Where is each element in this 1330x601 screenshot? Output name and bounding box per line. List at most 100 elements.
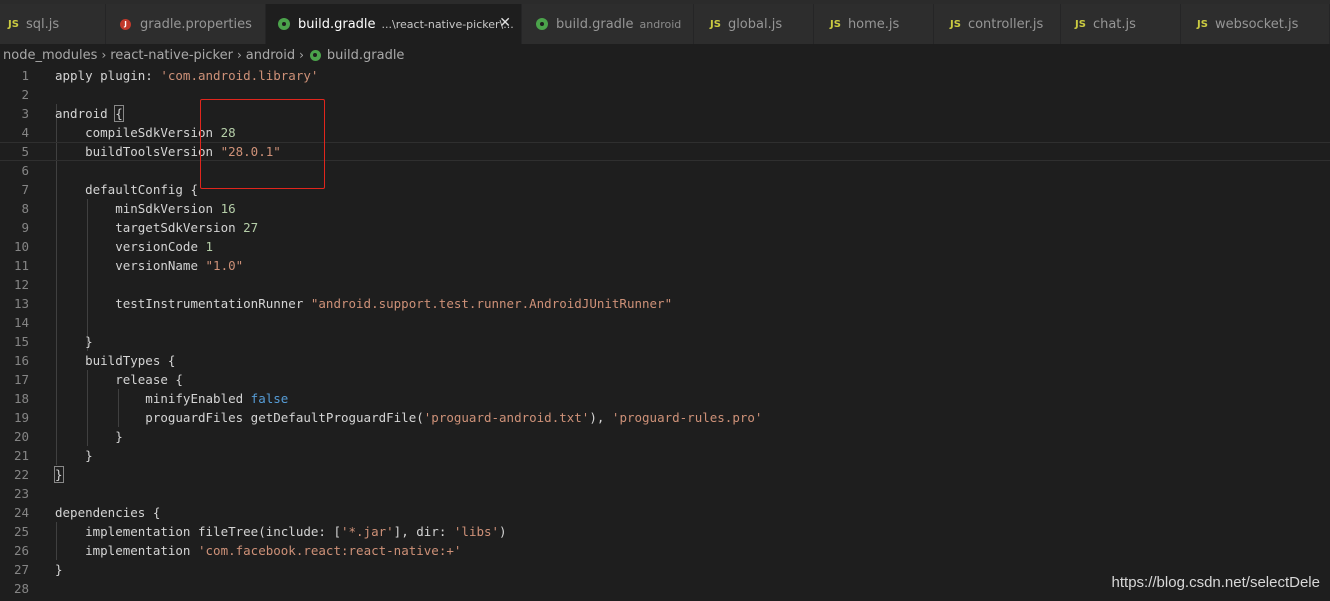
tab-chat-js[interactable]: JS chat.js	[1061, 4, 1181, 44]
code-line[interactable]: 18 minifyEnabled false	[0, 389, 1330, 408]
tab-build-gradle-android[interactable]: build.gradle android	[522, 4, 694, 44]
js-icon: JS	[950, 18, 961, 30]
code-token: ),	[589, 410, 612, 425]
tab-sql-js[interactable]: JS sql.js	[0, 4, 106, 44]
tab-description: android	[639, 17, 682, 31]
code-token: buildTypes {	[55, 353, 176, 368]
line-number: 3	[21, 106, 29, 121]
code-line[interactable]: 19 proguardFiles getDefaultProguardFile(…	[0, 408, 1330, 427]
js-icon: JS	[1075, 18, 1086, 30]
code-token: "1.0"	[205, 258, 244, 273]
line-number: 4	[21, 125, 29, 140]
tab-description: ...\react-native-picker\...	[381, 17, 514, 31]
code-token: minSdkVersion	[55, 201, 221, 216]
line-number: 24	[13, 505, 29, 520]
code-token: 16	[220, 201, 236, 216]
line-number: 9	[21, 220, 29, 235]
tab-label: gradle.properties	[140, 16, 252, 32]
tab-label: home.js	[847, 16, 900, 32]
close-icon[interactable]: ✕	[499, 15, 511, 31]
tab-gradle-properties[interactable]: J gradle.properties	[106, 4, 266, 44]
code-token: proguardFiles getDefaultProguardFile(	[55, 410, 424, 425]
code-line[interactable]: 15 }	[0, 332, 1330, 351]
code-token: minifyEnabled	[55, 391, 251, 406]
code-line[interactable]: 24 dependencies {	[0, 503, 1330, 522]
breadcrumb-item-android[interactable]: android	[246, 48, 295, 63]
code-token: defaultConfig {	[55, 182, 198, 197]
code-text: versionCode 1	[55, 237, 213, 256]
java-properties-icon: J	[120, 18, 131, 30]
code-token: apply plugin:	[55, 68, 161, 83]
code-line[interactable]: 25 implementation fileTree(include: ['*.…	[0, 522, 1330, 541]
code-line[interactable]: 17 release {	[0, 370, 1330, 389]
code-line[interactable]: 14	[0, 313, 1330, 332]
gradle-icon	[309, 49, 321, 61]
line-number: 11	[13, 258, 29, 273]
tab-controller-js[interactable]: JS controller.js	[934, 4, 1061, 44]
editor-tab-bar: JS sql.js J gradle.properties build.grad…	[0, 4, 1330, 44]
code-text: apply plugin: 'com.android.library'	[55, 66, 318, 85]
tab-label: build.gradle	[298, 16, 376, 32]
code-token: false	[250, 391, 289, 406]
line-number: 7	[21, 182, 29, 197]
code-token: implementation fileTree(include: [	[55, 524, 341, 539]
code-line[interactable]: 8 minSdkVersion 16	[0, 199, 1330, 218]
code-text: implementation 'com.facebook.react:react…	[55, 541, 461, 560]
code-line[interactable]: 11 versionName "1.0"	[0, 256, 1330, 275]
code-line[interactable]: 21 }	[0, 446, 1330, 465]
js-icon: JS	[8, 18, 19, 30]
gradle-icon	[278, 18, 290, 30]
code-line[interactable]: 13 testInstrumentationRunner "android.su…	[0, 294, 1330, 313]
code-text: minSdkVersion 16	[55, 199, 236, 218]
code-text: }	[54, 465, 64, 484]
code-line[interactable]: 9 targetSdkVersion 27	[0, 218, 1330, 237]
line-number: 28	[13, 581, 29, 596]
code-line[interactable]: 12	[0, 275, 1330, 294]
breadcrumb-item-build-gradle[interactable]: build.gradle	[327, 48, 405, 63]
code-text: defaultConfig {	[55, 180, 198, 199]
code-text: implementation fileTree(include: ['*.jar…	[55, 522, 507, 541]
code-line[interactable]: 22}	[0, 465, 1330, 484]
code-token: 27	[243, 220, 259, 235]
tab-label: websocket.js	[1214, 16, 1299, 32]
breadcrumb-item-node-modules[interactable]: node_modules	[3, 48, 97, 63]
chevron-right-icon: ›	[101, 48, 107, 62]
tab-build-gradle-active[interactable]: build.gradle ...\react-native-picker\...…	[266, 4, 522, 44]
tab-global-js[interactable]: JS global.js	[694, 4, 814, 44]
code-token: )	[499, 524, 507, 539]
code-text: android {	[55, 104, 124, 123]
line-number: 12	[13, 277, 29, 292]
code-token: ], dir:	[393, 524, 454, 539]
code-text: targetSdkVersion 27	[55, 218, 258, 237]
line-number: 18	[13, 391, 29, 406]
code-line[interactable]: 20 }	[0, 427, 1330, 446]
code-line[interactable]: 26 implementation 'com.facebook.react:re…	[0, 541, 1330, 560]
line-number: 27	[13, 562, 29, 577]
js-icon: JS	[830, 18, 841, 30]
line-number: 2	[21, 87, 29, 102]
code-line[interactable]: 10 versionCode 1	[0, 237, 1330, 256]
code-token: targetSdkVersion	[55, 220, 244, 235]
code-text: proguardFiles getDefaultProguardFile('pr…	[55, 408, 762, 427]
code-text: }	[55, 332, 93, 351]
code-text: versionName "1.0"	[55, 256, 243, 275]
code-token: testInstrumentationRunner	[55, 296, 311, 311]
code-token: versionCode	[55, 239, 206, 254]
code-token: android	[55, 106, 116, 121]
line-number: 13	[13, 296, 29, 311]
breadcrumb-item-react-native-picker[interactable]: react-native-picker	[110, 48, 233, 63]
code-token: release {	[55, 372, 183, 387]
code-line[interactable]: 23	[0, 484, 1330, 503]
tab-home-js[interactable]: JS home.js	[814, 4, 934, 44]
tab-label: controller.js	[967, 16, 1044, 32]
line-number: 8	[21, 201, 29, 216]
line-number: 22	[13, 467, 29, 482]
tab-label: build.gradle	[556, 16, 634, 32]
code-line[interactable]: 16 buildTypes {	[0, 351, 1330, 370]
code-line[interactable]: 1 apply plugin: 'com.android.library'	[0, 66, 1330, 85]
code-token: buildToolsVersion	[55, 144, 221, 159]
tab-label: global.js	[727, 16, 783, 32]
breadcrumb: node_modules › react-native-picker › and…	[0, 44, 1330, 66]
line-number: 10	[13, 239, 29, 254]
tab-websocket-js[interactable]: JS websocket.js	[1181, 4, 1330, 44]
